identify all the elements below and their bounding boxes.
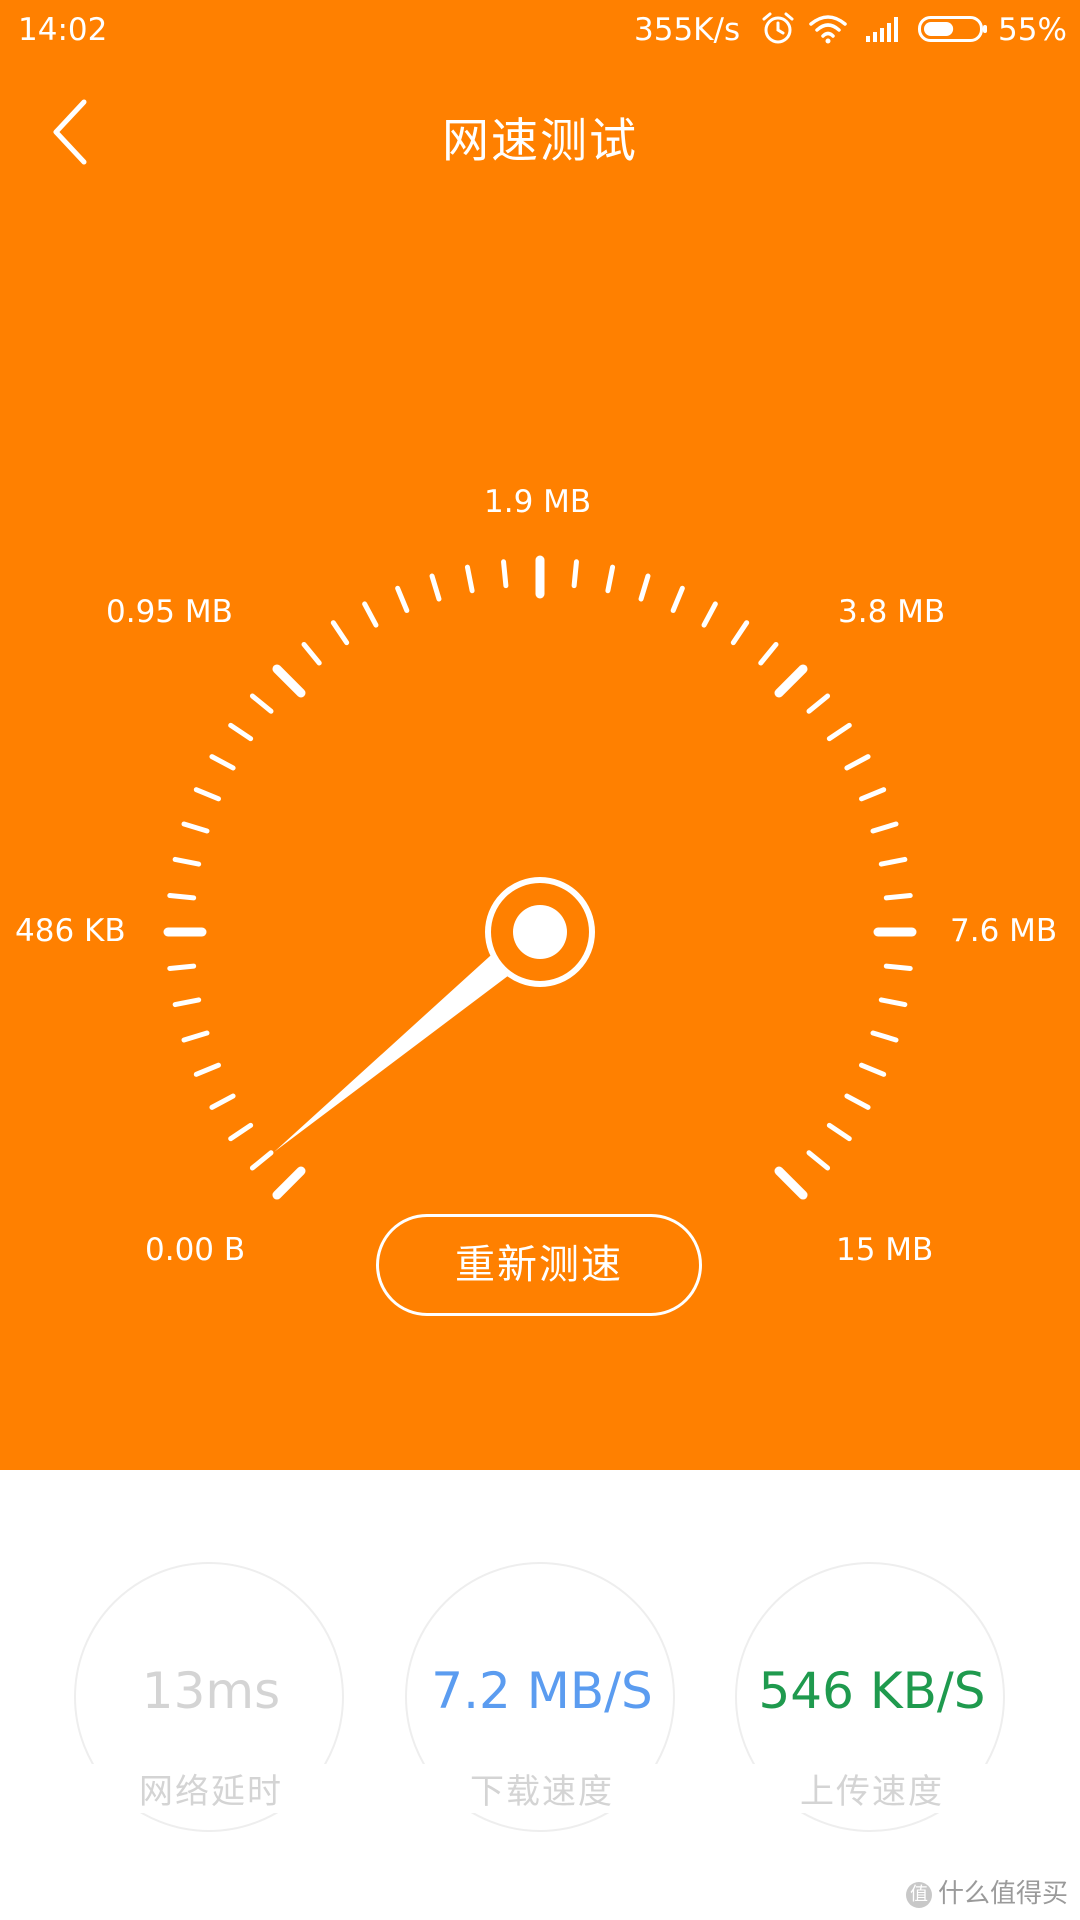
gauge-label-5: 7.6 MB — [950, 913, 1058, 949]
gauge-minor-tick — [167, 963, 197, 971]
gauge-minor-tick — [167, 893, 197, 901]
gauge-minor-tick — [330, 620, 350, 646]
gauge-minor-tick — [806, 1150, 831, 1171]
gauge-minor-tick — [758, 641, 779, 666]
gauge-label-1: 486 KB — [15, 913, 126, 949]
gauge-major-tick — [774, 664, 808, 698]
latency-label: 网络延时 — [76, 1764, 346, 1813]
gauge-minor-tick — [362, 601, 379, 628]
gauge-minor-tick — [501, 559, 509, 589]
gauge-minor-tick — [209, 1093, 236, 1110]
gauge-minor-tick — [878, 856, 908, 867]
gauge-minor-tick — [826, 1122, 852, 1142]
gauge-minor-tick — [844, 1093, 871, 1110]
gauge-minor-tick — [209, 754, 236, 771]
watermark-text: 什么值得买 — [937, 1879, 1068, 1909]
gauge-minor-tick — [844, 754, 871, 771]
gauge-minor-tick — [883, 893, 913, 901]
gauge-minor-tick — [172, 856, 202, 867]
gauge-minor-tick — [429, 573, 442, 602]
gauge-needle — [274, 946, 519, 1152]
gauge-minor-tick — [464, 564, 475, 594]
gauge-minor-tick — [670, 585, 685, 613]
upload-label: 上传速度 — [737, 1764, 1007, 1813]
gauge-minor-tick — [730, 620, 750, 646]
gauge-minor-tick — [878, 997, 908, 1008]
gauge-major-tick — [272, 1166, 306, 1200]
retest-button[interactable]: 重新测速 — [376, 1214, 702, 1316]
gauge-label-6: 15 MB — [836, 1232, 934, 1268]
gauge-hub-dot — [513, 905, 567, 959]
watermark: 值什么值得买 — [905, 1873, 1068, 1910]
gauge-minor-tick — [870, 821, 899, 834]
gauge-label-4: 3.8 MB — [838, 594, 946, 630]
gauge-minor-tick — [806, 693, 831, 714]
gauge-minor-tick — [701, 601, 718, 628]
gauge-minor-tick — [605, 564, 616, 594]
gauge-minor-tick — [181, 821, 210, 834]
gauge-minor-tick — [301, 641, 322, 666]
gauge-minor-tick — [883, 963, 913, 971]
download-stat: 7.2 MB/S 下载速度 — [405, 1562, 677, 1832]
gauge-minor-tick — [249, 1150, 274, 1171]
gauge-label-2: 0.95 MB — [106, 594, 233, 630]
gauge-minor-tick — [228, 1122, 254, 1142]
gauge-minor-tick — [571, 559, 579, 589]
gauge-minor-tick — [859, 1062, 887, 1077]
gauge-label-3: 1.9 MB — [484, 484, 592, 520]
gauge-minor-tick — [870, 1030, 899, 1043]
gauge-minor-tick — [395, 585, 410, 613]
gauge-minor-tick — [249, 693, 274, 714]
gauge-minor-tick — [826, 722, 852, 742]
upload-value: 546 KB/S — [758, 1662, 986, 1720]
gauge-minor-tick — [228, 722, 254, 742]
gauge-major-tick — [272, 664, 306, 698]
latency-value: 13ms — [141, 1662, 281, 1720]
upload-stat: 546 KB/S 上传速度 — [735, 1562, 1007, 1832]
download-label: 下载速度 — [407, 1764, 677, 1813]
gauge-minor-tick — [638, 573, 651, 602]
gauge-minor-tick — [172, 997, 202, 1008]
gauge-minor-tick — [859, 787, 887, 802]
gauge-major-tick — [774, 1166, 808, 1200]
latency-stat: 13ms 网络延时 — [74, 1562, 346, 1832]
gauge-label-0: 0.00 B — [145, 1232, 246, 1268]
download-value: 7.2 MB/S — [431, 1662, 653, 1720]
watermark-badge: 值 — [905, 1881, 932, 1908]
gauge-minor-tick — [193, 787, 221, 802]
gauge-minor-tick — [181, 1030, 210, 1043]
gauge-minor-tick — [193, 1062, 221, 1077]
